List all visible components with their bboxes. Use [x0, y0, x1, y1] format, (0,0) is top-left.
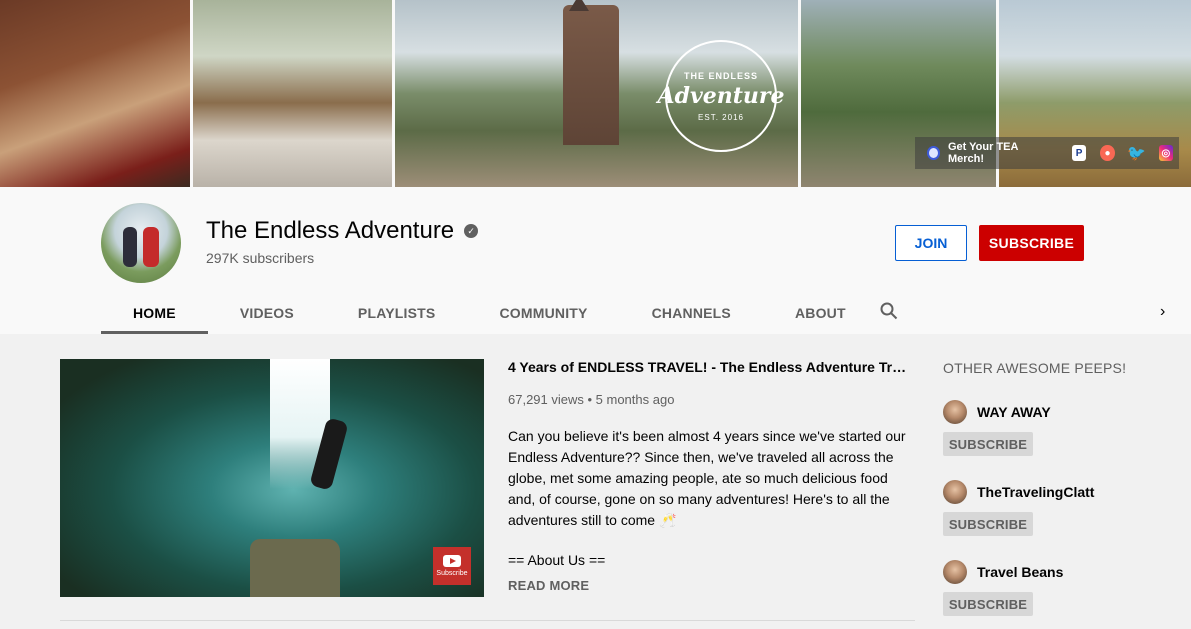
search-icon[interactable] [880, 302, 898, 320]
subscriber-count: 297K subscribers [206, 250, 315, 266]
rock-shape [250, 539, 340, 597]
tab-community[interactable]: COMMUNITY [467, 291, 619, 334]
featured-channel-item: Travel Beans SUBSCRIBE [943, 560, 1063, 616]
tab-playlists[interactable]: PLAYLISTS [326, 291, 468, 334]
channel-header: The Endless Adventure ✓ 297K subscribers… [0, 187, 1191, 334]
section-divider [60, 620, 915, 621]
channel-title: The Endless Adventure ✓ [206, 217, 479, 245]
logo-bottom-text: EST. 2016 [698, 112, 744, 122]
banner-photo-castle: THE ENDLESS Adventure EST. 2016 [395, 0, 798, 187]
watermark-label: Subscribe [436, 570, 468, 577]
twitter-icon[interactable]: 🐦 [1127, 145, 1146, 162]
logo-main-text: Adventure [657, 82, 785, 109]
castle-shape [563, 0, 620, 145]
tab-channels[interactable]: CHANNELS [620, 291, 763, 334]
banner-links-bar: Get Your TEA Merch! P ● 🐦 ◎ [915, 137, 1179, 169]
banner-photo-dining [0, 0, 190, 187]
subscribe-button[interactable]: SUBSCRIBE [979, 225, 1084, 261]
patreon-icon[interactable]: ● [1100, 145, 1115, 161]
channel-avatar-small[interactable] [943, 560, 967, 584]
featured-channel-name[interactable]: TheTravelingClatt [977, 484, 1094, 500]
featured-channel-subscribe-button[interactable]: SUBSCRIBE [943, 592, 1033, 616]
instagram-icon[interactable]: ◎ [1158, 145, 1174, 161]
home-content: Subscribe 4 Years of ENDLESS TRAVEL! - T… [0, 334, 1191, 629]
featured-channel-name[interactable]: Travel Beans [977, 564, 1063, 580]
featured-channel-name[interactable]: WAY AWAY [977, 404, 1051, 420]
featured-video-meta: 67,291 views • 5 months ago [508, 392, 675, 407]
youtube-play-icon [443, 555, 461, 567]
paypal-icon[interactable]: P [1071, 145, 1087, 161]
channel-name: The Endless Adventure [206, 217, 455, 244]
tab-videos[interactable]: VIDEOS [208, 291, 326, 334]
featured-video-description: Can you believe it's been almost 4 years… [508, 428, 906, 528]
tab-about[interactable]: ABOUT [763, 291, 878, 334]
channel-avatar[interactable] [101, 203, 181, 283]
featured-channel-item: TheTravelingClatt SUBSCRIBE [943, 480, 1094, 536]
merch-link[interactable]: Get Your TEA Merch! [948, 141, 1046, 165]
subscribe-watermark[interactable]: Subscribe [433, 547, 471, 585]
channel-tabs: HOME VIDEOS PLAYLISTS COMMUNITY CHANNELS… [101, 291, 878, 334]
chevron-right-icon[interactable]: › [1160, 303, 1165, 321]
featured-channels-title: OTHER AWESOME PEEPS! [943, 360, 1127, 376]
featured-channel-subscribe-button[interactable]: SUBSCRIBE [943, 432, 1033, 456]
join-button[interactable]: JOIN [895, 225, 967, 261]
read-more-link[interactable]: READ MORE [508, 578, 589, 593]
channel-avatar-small[interactable] [943, 480, 967, 504]
logo-top-text: THE ENDLESS [684, 70, 759, 81]
description-about-line: == About Us == [508, 552, 606, 568]
globe-icon[interactable] [927, 146, 940, 160]
banner-photo-balcony [192, 0, 393, 187]
featured-channel-item: WAY AWAY SUBSCRIBE [943, 400, 1051, 456]
featured-video-title[interactable]: 4 Years of ENDLESS TRAVEL! - The Endless… [508, 359, 908, 375]
tab-home[interactable]: HOME [101, 291, 208, 334]
featured-video-player[interactable]: Subscribe [60, 359, 484, 597]
channel-avatar-small[interactable] [943, 400, 967, 424]
banner-logo: THE ENDLESS Adventure EST. 2016 [658, 40, 785, 152]
verified-badge-icon: ✓ [464, 224, 479, 238]
featured-channel-subscribe-button[interactable]: SUBSCRIBE [943, 512, 1033, 536]
